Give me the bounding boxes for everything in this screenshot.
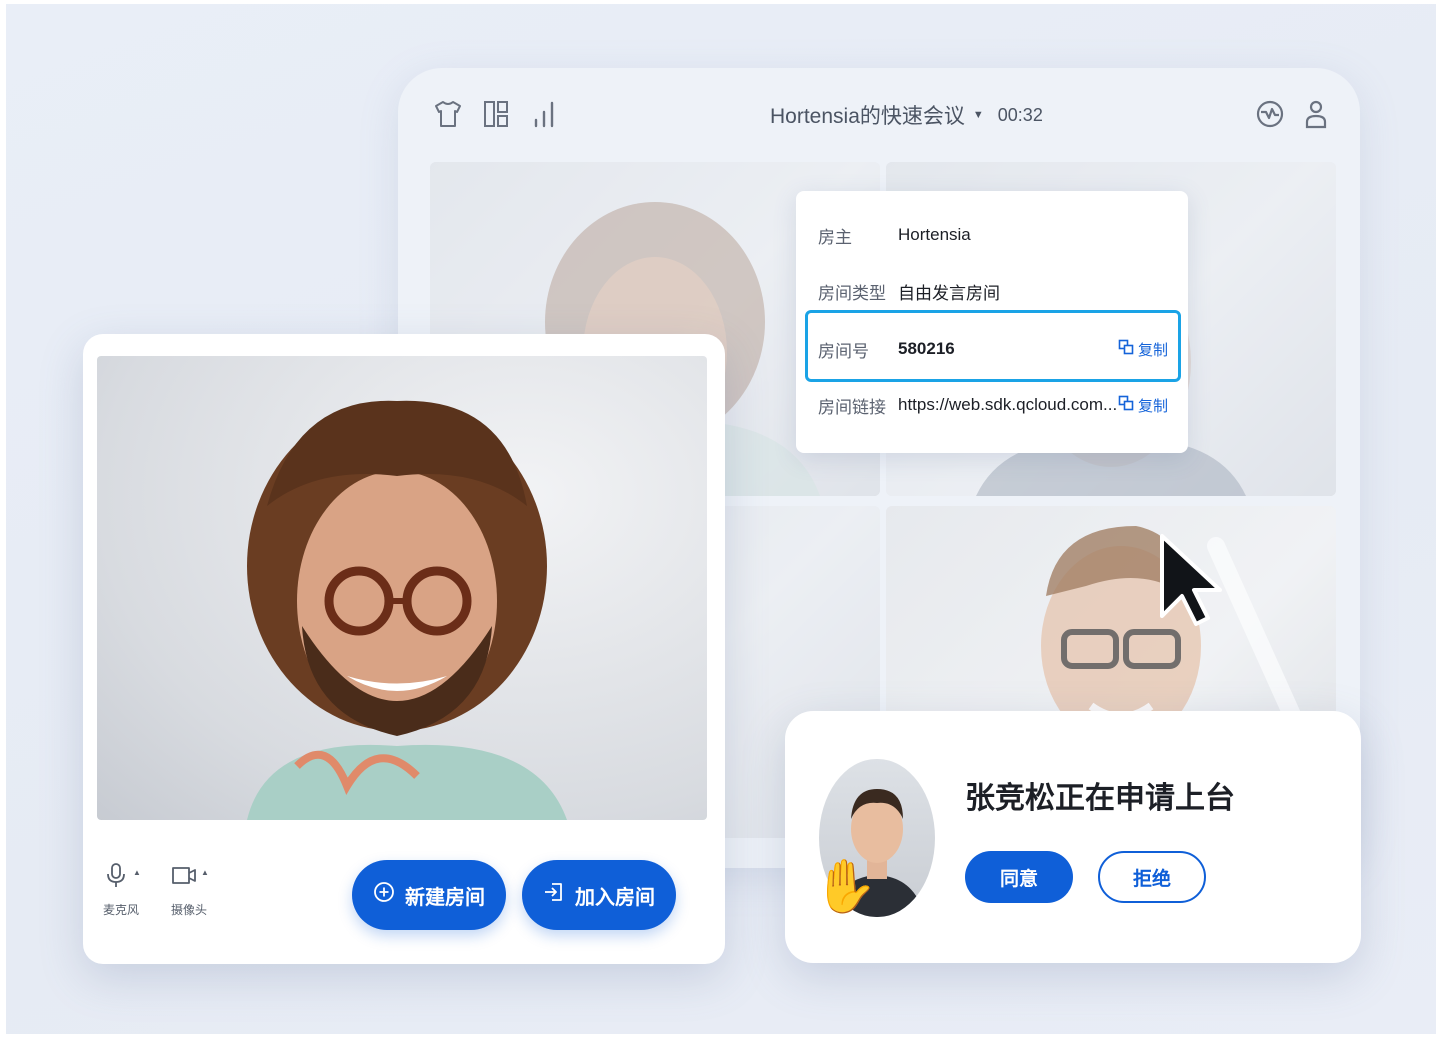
copy-label: 复制 <box>1137 341 1168 359</box>
preview-window: ▲ 麦克风 ▲ 摄像头 新建房间 加入房间 <box>83 334 725 964</box>
join-room-label: 加入房间 <box>575 886 655 909</box>
self-video <box>247 400 567 820</box>
plus-circle-icon <box>373 881 395 909</box>
new-room-label: 新建房间 <box>405 886 485 909</box>
mic-toggle[interactable]: ▲ <box>103 862 141 893</box>
copy-label: 复制 <box>1137 397 1168 415</box>
app-stage: Hortensia的快速会议 ▼ 00:32 房主 Hortensia 房间类型… <box>6 4 1436 1034</box>
caret-up-icon[interactable]: ▲ <box>201 868 209 877</box>
camera-preview <box>97 356 707 820</box>
copy-icon <box>1118 339 1134 359</box>
raise-hand-message: 张竞松正在申请上台 <box>965 782 1235 815</box>
copy-icon <box>1118 395 1134 415</box>
raise-hand-card: ✋ 张竞松正在申请上台 同意 拒绝 <box>785 711 1361 963</box>
room-id-value: 580216 <box>898 339 955 358</box>
enter-icon <box>543 881 565 909</box>
raise-hand-icon: ✋ <box>813 858 878 916</box>
join-room-button[interactable]: 加入房间 <box>522 860 676 930</box>
mic-control[interactable]: ▲ 麦克风 <box>103 862 141 918</box>
signal-icon[interactable] <box>528 98 560 130</box>
camera-label: 摄像头 <box>171 903 208 917</box>
room-type-row: 房间类型 自由发言房间 <box>818 271 1168 311</box>
caret-up-icon[interactable]: ▲ <box>133 868 141 877</box>
room-id-row: 房间号 580216 复制 <box>818 329 1168 369</box>
room-owner-label: 房主 <box>818 227 852 247</box>
shirt-icon[interactable] <box>432 98 464 130</box>
room-type-label: 房间类型 <box>818 283 886 303</box>
room-link-row: 房间链接 https://web.sdk.qcloud.com... 复制 <box>818 385 1168 425</box>
room-id-label: 房间号 <box>818 341 869 361</box>
room-owner-value: Hortensia <box>898 225 971 244</box>
camera-toggle[interactable]: ▲ <box>171 862 209 893</box>
caret-down-icon: ▼ <box>972 109 984 121</box>
room-owner-row: 房主 Hortensia <box>818 215 1168 255</box>
camera-icon <box>171 862 197 893</box>
user-icon[interactable] <box>1300 98 1332 130</box>
camera-control[interactable]: ▲ 摄像头 <box>171 862 209 918</box>
meeting-title-text: Hortensia的快速会议 <box>770 105 965 128</box>
mic-icon <box>103 862 129 893</box>
copy-room-id-button[interactable]: 复制 <box>1118 339 1168 360</box>
meeting-timer: 00:32 <box>997 104 1043 125</box>
reject-button[interactable]: 拒绝 <box>1098 851 1206 903</box>
mic-label: 麦克风 <box>103 903 140 917</box>
network-icon[interactable] <box>1254 98 1286 130</box>
room-info-popover: 房主 Hortensia 房间类型 自由发言房间 房间号 580216 复制 房… <box>796 191 1188 453</box>
agree-button[interactable]: 同意 <box>965 851 1073 903</box>
meeting-topbar: Hortensia的快速会议 ▼ 00:32 <box>398 68 1360 160</box>
room-link-value: https://web.sdk.qcloud.com... <box>898 395 1118 414</box>
meeting-title[interactable]: Hortensia的快速会议 ▼ 00:32 <box>770 100 1043 130</box>
mouse-pointer-icon <box>1160 534 1222 626</box>
room-type-value: 自由发言房间 <box>898 283 1000 303</box>
layout-icon[interactable] <box>480 98 512 130</box>
copy-room-link-button[interactable]: 复制 <box>1118 395 1168 416</box>
new-room-button[interactable]: 新建房间 <box>352 860 506 930</box>
room-link-label: 房间链接 <box>818 397 886 417</box>
